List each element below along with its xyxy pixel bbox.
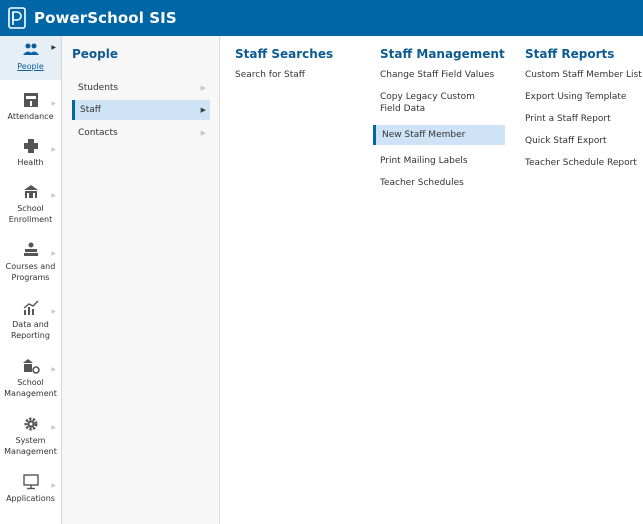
staff-management-group: Staff Management Change Staff Field Valu… xyxy=(373,47,505,199)
chevron-right-icon: ▶ xyxy=(51,44,56,51)
nav-label: Attendance xyxy=(7,112,54,121)
chevron-right-icon: ▶ xyxy=(51,250,56,257)
nav-label: Courses and Programs xyxy=(5,262,56,282)
school-gear-icon xyxy=(22,359,40,374)
nav-label: Health xyxy=(17,158,44,167)
link-copy-legacy-custom-field-data[interactable]: Copy Legacy Custom Field Data xyxy=(380,91,492,115)
main-nav-rail: ▶ People ▶ Attendance ▶ Health ▶ School … xyxy=(0,36,62,524)
chevron-right-icon: ▶ xyxy=(200,106,206,114)
nav-school-management[interactable]: ▶ School Management xyxy=(0,358,61,399)
nav-label: School Enrollment xyxy=(8,204,53,224)
nav-health[interactable]: ▶ Health xyxy=(0,138,61,168)
health-icon xyxy=(23,139,38,153)
staff-panel: Staff Searches Search for Staff Staff Ma… xyxy=(221,36,643,524)
link-custom-staff-member-list[interactable]: Custom Staff Member List xyxy=(525,69,642,81)
staff-reports-group: Staff Reports Custom Staff Member List E… xyxy=(525,47,642,179)
link-search-for-staff[interactable]: Search for Staff xyxy=(235,69,333,81)
chevron-right-icon: ▶ xyxy=(200,129,206,137)
link-export-using-template[interactable]: Export Using Template xyxy=(525,91,642,103)
nav-label: Applications xyxy=(6,494,55,503)
gear-icon xyxy=(24,417,37,431)
chevron-right-icon: ▶ xyxy=(51,366,56,373)
submenu-item-contacts[interactable]: Contacts ▶ xyxy=(72,123,210,143)
chevron-right-icon: ▶ xyxy=(51,482,56,489)
app-title: PowerSchool SIS xyxy=(34,9,177,27)
group-title: Staff Searches xyxy=(235,47,334,61)
submenu-item-label: Contacts xyxy=(78,128,118,138)
link-change-staff-field-values[interactable]: Change Staff Field Values xyxy=(380,69,505,81)
link-quick-staff-export[interactable]: Quick Staff Export xyxy=(525,135,642,147)
submenu-item-students[interactable]: Students ▶ xyxy=(72,78,210,98)
people-submenu: People Students ▶ Staff ▶ Contacts ▶ xyxy=(62,36,220,524)
chevron-right-icon: ▶ xyxy=(51,146,56,153)
courses-icon xyxy=(23,242,38,256)
nav-applications[interactable]: ▶ Applications xyxy=(0,474,61,504)
submenu-item-label: Students xyxy=(78,83,119,93)
powerschool-logo-icon[interactable] xyxy=(8,7,26,29)
nav-attendance[interactable]: ▶ Attendance xyxy=(0,92,61,122)
chevron-right-icon: ▶ xyxy=(51,424,56,431)
group-title: Staff Reports xyxy=(525,47,615,61)
submenu-title: People xyxy=(72,47,119,61)
link-print-a-staff-report[interactable]: Print a Staff Report xyxy=(525,113,642,125)
nav-label: People xyxy=(17,62,44,71)
school-icon xyxy=(23,185,38,198)
people-icon xyxy=(22,43,39,55)
nav-label: School Management xyxy=(4,378,57,398)
link-print-mailing-labels[interactable]: Print Mailing Labels xyxy=(380,155,505,167)
link-new-staff-member[interactable]: New Staff Member xyxy=(373,125,505,145)
nav-label: Data and Reporting xyxy=(11,320,50,340)
chevron-right-icon: ▶ xyxy=(51,100,56,107)
link-teacher-schedule-report[interactable]: Teacher Schedule Report xyxy=(525,157,642,169)
chevron-right-icon: ▶ xyxy=(200,84,206,92)
submenu-item-label: Staff xyxy=(80,105,101,115)
top-bar: PowerSchool SIS xyxy=(0,0,643,36)
nav-system-management[interactable]: ▶ System Management xyxy=(0,416,61,457)
link-teacher-schedules[interactable]: Teacher Schedules xyxy=(380,177,505,189)
monitor-icon xyxy=(22,474,39,490)
chevron-right-icon: ▶ xyxy=(51,308,56,315)
nav-data-reporting[interactable]: ▶ Data and Reporting xyxy=(0,300,61,341)
submenu-item-staff[interactable]: Staff ▶ xyxy=(72,100,210,120)
chevron-right-icon: ▶ xyxy=(51,192,56,199)
group-title: Staff Management xyxy=(380,47,505,61)
attendance-icon xyxy=(23,93,38,107)
nav-people[interactable]: ▶ People xyxy=(0,36,61,80)
staff-searches-group: Staff Searches Search for Staff xyxy=(235,47,333,91)
chart-icon xyxy=(23,300,38,315)
nav-school-enrollment[interactable]: ▶ School Enrollment xyxy=(0,184,61,225)
nav-courses-programs[interactable]: ▶ Courses and Programs xyxy=(0,242,61,283)
nav-label: System Management xyxy=(4,436,57,456)
